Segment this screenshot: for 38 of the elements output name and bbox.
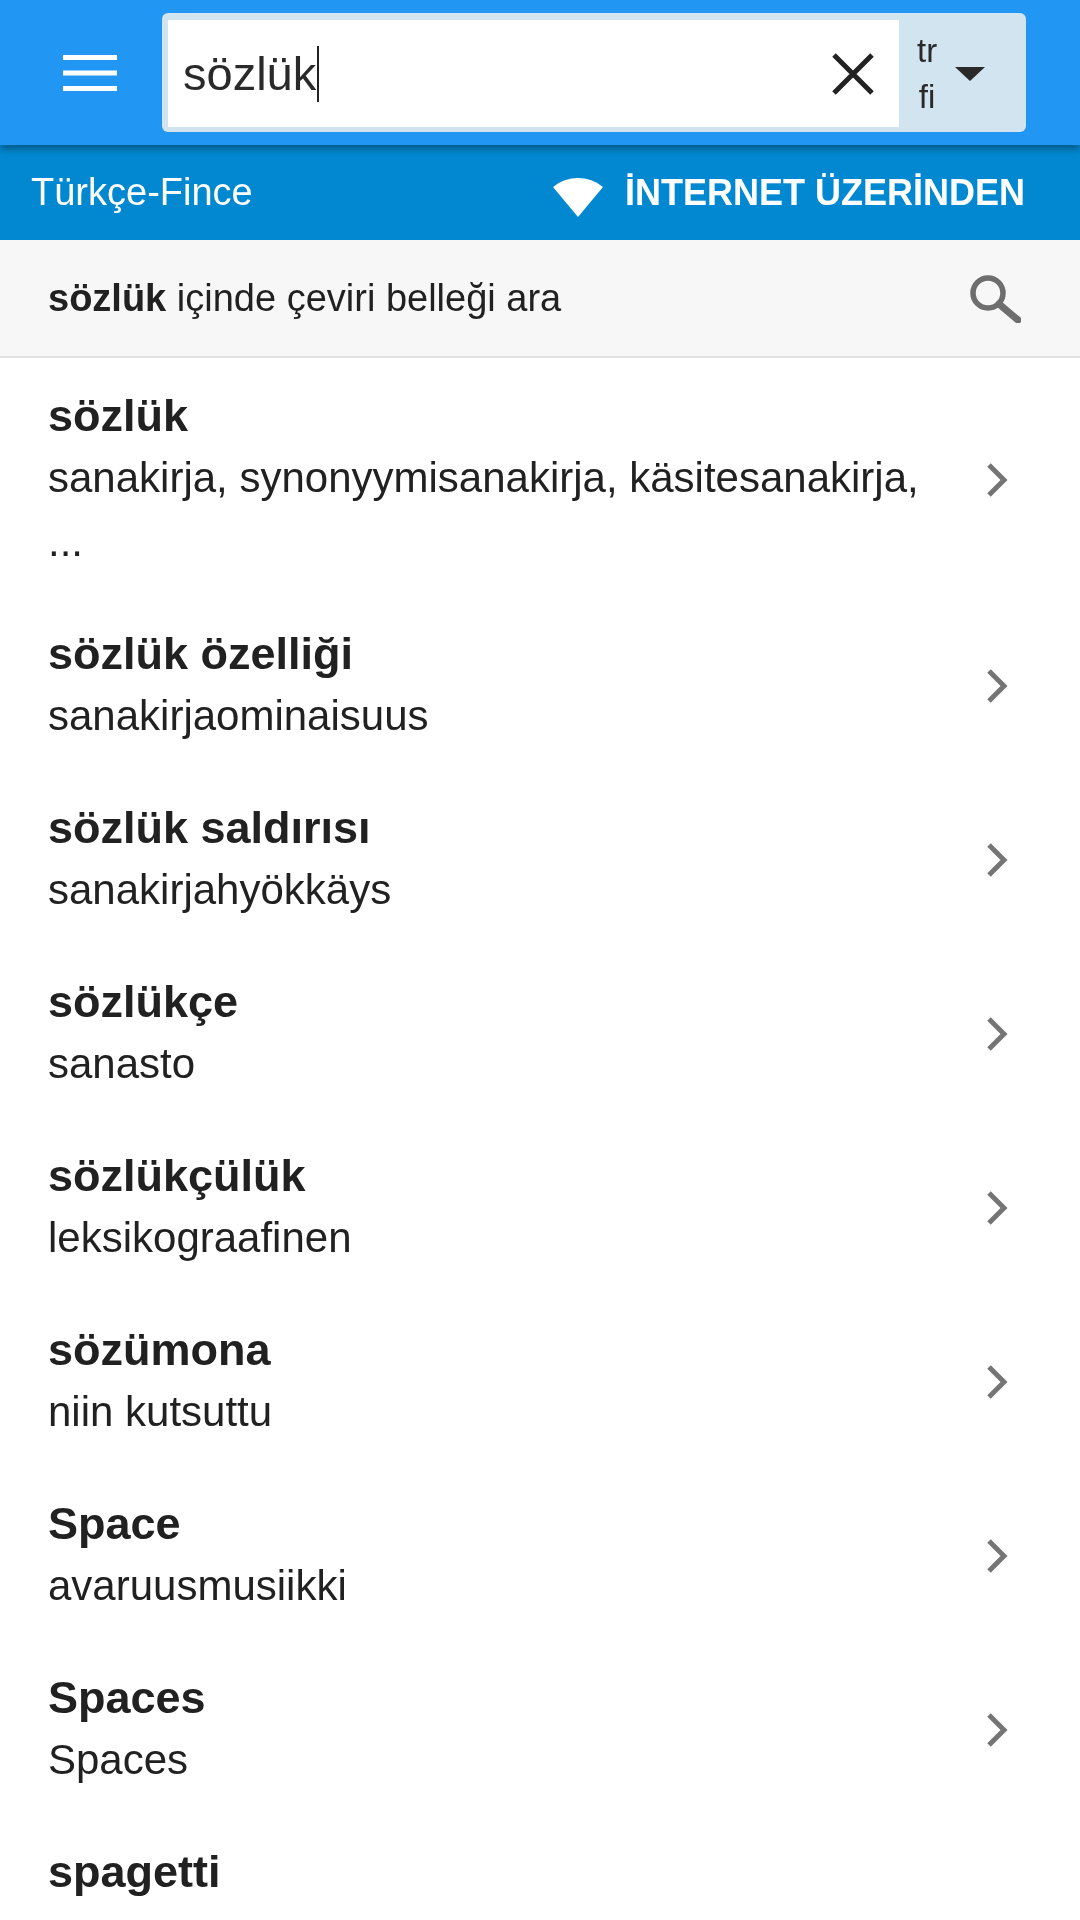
entry-translation: sanakirjahyökkäys — [48, 865, 393, 915]
entry-term[interactable]: spagetti — [48, 1842, 938, 1902]
text-cursor — [317, 45, 320, 102]
entry-term[interactable]: sözlük özelliği — [48, 624, 938, 684]
entry-translation: avaruusmusiikki — [48, 1561, 348, 1611]
entry-translation: sanakirja, synonyymisanakirja, käsitesanakirja, ... — [48, 453, 920, 567]
chevron-icon — [985, 1538, 1009, 1574]
close-icon — [832, 52, 874, 95]
chevron-icon — [985, 668, 1009, 704]
entry-translation: niin kutsuttu — [48, 1387, 274, 1437]
chevron-icon — [985, 1190, 1009, 1226]
menu-button[interactable] — [63, 54, 117, 91]
entry-term[interactable]: sözlükçülük — [48, 1146, 938, 1206]
menu-icon — [63, 54, 117, 91]
entry-translation: Spaces — [48, 1735, 190, 1785]
entry-term[interactable]: sözlük — [48, 386, 938, 446]
chevron-icon — [985, 842, 1009, 878]
chevron-icon — [985, 1016, 1009, 1052]
memory-search-button[interactable]: sözlük içinde çeviri belleği ara — [0, 240, 1080, 358]
language-selector[interactable]: tr fi — [899, 20, 1026, 127]
entry-term[interactable]: sözlükçe — [48, 972, 938, 1032]
search-icon — [968, 273, 1021, 323]
entry-translation: sanakirjaominaisuus — [48, 691, 430, 741]
entry-term[interactable]: sözümona — [48, 1320, 938, 1380]
dictionary-label: Türkçe-Fince — [31, 171, 253, 214]
online-mode-button[interactable]: İNTERNET ÜZERİNDEN — [551, 168, 1025, 217]
entry-term[interactable]: Space — [48, 1494, 938, 1554]
entry-term[interactable]: sözlük saldırısı — [48, 798, 938, 858]
chevron-icon — [985, 462, 1009, 498]
caret-icon — [955, 66, 986, 81]
search-field[interactable]: sözlük — [168, 20, 899, 127]
wifi-icon — [551, 176, 605, 217]
chevron-icon — [985, 1364, 1009, 1400]
entry-term[interactable]: Spaces — [48, 1668, 938, 1728]
entry-translation: sanasto — [48, 1039, 197, 1089]
clear-button[interactable] — [832, 52, 874, 95]
entry-translation: leksikograafinen — [48, 1213, 353, 1263]
chevron-icon — [985, 1712, 1009, 1748]
